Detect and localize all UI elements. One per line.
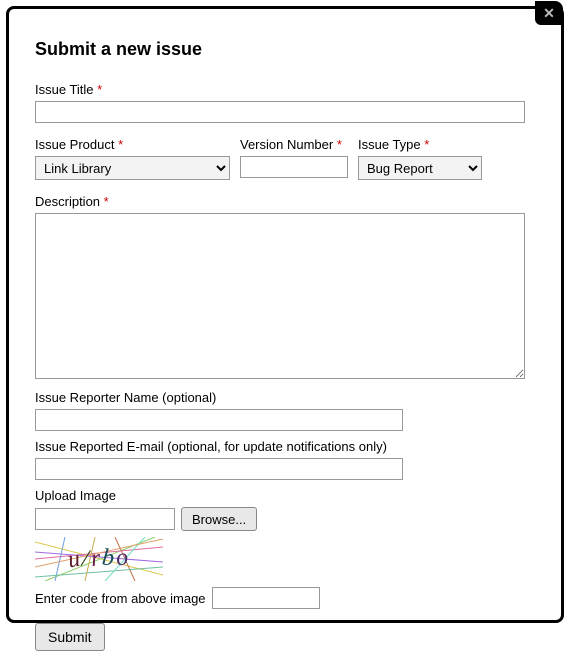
description-label: Description * [35, 194, 535, 209]
reporter-name-label: Issue Reporter Name (optional) [35, 390, 535, 405]
page-title: Submit a new issue [35, 39, 535, 60]
close-icon: ✕ [543, 6, 555, 20]
issue-title-input[interactable] [35, 101, 525, 123]
submit-button[interactable]: Submit [35, 623, 105, 651]
captcha-image: u/rbo [35, 537, 163, 581]
issue-type-select[interactable]: Bug Report [358, 156, 482, 180]
upload-image-path[interactable] [35, 508, 175, 530]
version-number-input[interactable] [240, 156, 348, 178]
version-number-label: Version Number * [240, 137, 348, 152]
issue-type-label: Issue Type * [358, 137, 482, 152]
reporter-email-input[interactable] [35, 458, 403, 480]
browse-button[interactable]: Browse... [181, 507, 257, 531]
close-button[interactable]: ✕ [535, 1, 563, 25]
captcha-text: u/rbo [68, 544, 131, 573]
issue-product-select[interactable]: Link Library [35, 156, 230, 180]
captcha-label: Enter code from above image [35, 591, 206, 606]
reporter-name-input[interactable] [35, 409, 403, 431]
reporter-email-label: Issue Reported E-mail (optional, for upd… [35, 439, 535, 454]
modal-content: Submit a new issue Issue Title * Issue P… [9, 9, 561, 669]
issue-product-label: Issue Product * [35, 137, 230, 152]
issue-title-label: Issue Title * [35, 82, 535, 97]
upload-image-label: Upload Image [35, 488, 535, 503]
modal-dialog: ✕ Submit a new issue Issue Title * Issue… [6, 6, 564, 623]
captcha-input[interactable] [212, 587, 320, 609]
description-textarea[interactable] [35, 213, 525, 379]
